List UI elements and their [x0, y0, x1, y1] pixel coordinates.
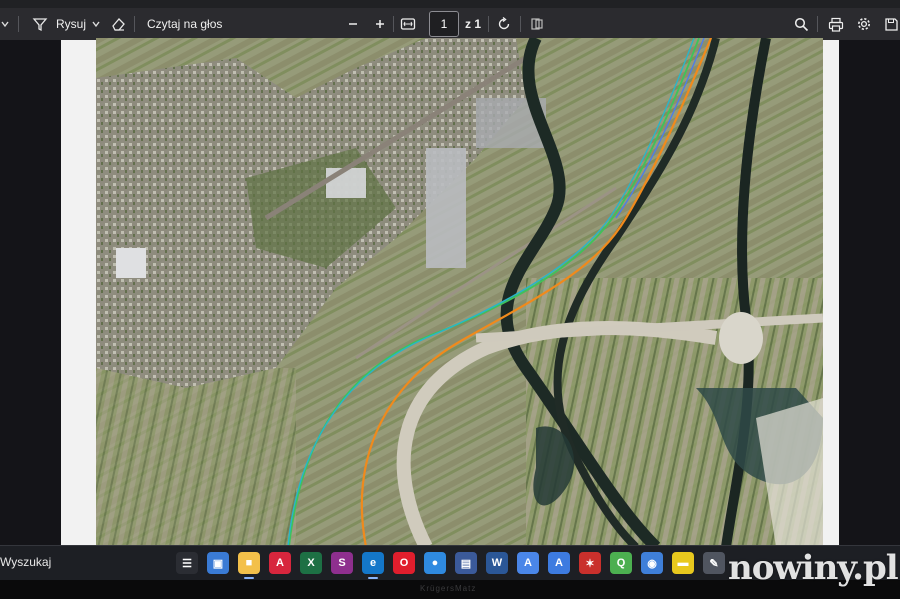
- search-button[interactable]: [794, 8, 809, 40]
- q-app-icon[interactable]: Q: [610, 552, 632, 574]
- draw-label: Rysuj: [56, 17, 87, 31]
- toolbar-divider: [817, 16, 818, 32]
- eraser-button[interactable]: [110, 8, 126, 40]
- toolbar-chevron-left[interactable]: [0, 8, 10, 40]
- toolbar-divider: [134, 16, 135, 32]
- rotate-button[interactable]: [496, 8, 512, 40]
- industrial-buildings: [426, 148, 466, 268]
- toolbar-divider: [520, 16, 521, 32]
- pen-app-icon[interactable]: ✎: [703, 552, 725, 574]
- running-indicator: [244, 577, 254, 579]
- watermark: nowiny.pl: [728, 548, 899, 588]
- word-icon[interactable]: W: [486, 552, 508, 574]
- window-top-strip: [0, 0, 900, 8]
- rotate-icon: [496, 16, 512, 32]
- task-view-icon[interactable]: ☰: [176, 552, 198, 574]
- zoom-out-button[interactable]: [347, 8, 359, 40]
- notes-app-icon[interactable]: ▬: [672, 552, 694, 574]
- save-app-icon[interactable]: ▤: [455, 552, 477, 574]
- messenger-icon[interactable]: ●: [424, 552, 446, 574]
- page-total: z 1: [465, 8, 481, 40]
- print-icon: [828, 17, 844, 32]
- edge-icon[interactable]: e: [362, 552, 384, 574]
- gear-icon: [856, 16, 872, 32]
- toolbar-divider: [488, 16, 489, 32]
- store-icon[interactable]: ▣: [207, 552, 229, 574]
- settings-button[interactable]: [856, 8, 872, 40]
- excel-icon[interactable]: X: [300, 552, 322, 574]
- file-explorer-icon[interactable]: ■: [238, 552, 260, 574]
- page-total-label: z 1: [465, 17, 482, 31]
- farmland-southwest: [96, 368, 296, 547]
- fit-page-icon: [400, 17, 416, 31]
- globe-app-icon[interactable]: ◉: [641, 552, 663, 574]
- zoom-in-button[interactable]: [374, 8, 386, 40]
- building: [326, 168, 366, 198]
- draw-button[interactable]: Rysuj: [32, 8, 86, 40]
- toolbar-divider: [393, 16, 394, 32]
- monitor-brand-label: KrügersMatz: [420, 584, 477, 593]
- save-icon: [884, 17, 899, 32]
- font-app-a-icon[interactable]: A: [517, 552, 539, 574]
- interchange: [719, 312, 763, 364]
- font-app-b-icon[interactable]: A: [548, 552, 570, 574]
- read-aloud-label: Czytaj na głos: [147, 17, 223, 31]
- chevron-down-icon: [91, 19, 101, 29]
- taskbar-search-box[interactable]: Wyszukaj: [0, 546, 51, 581]
- shape-app-icon[interactable]: S: [331, 552, 353, 574]
- pdf-toolbar: Rysuj Czytaj na głos 1 z 1: [0, 8, 900, 40]
- satellite-map: [96, 38, 823, 547]
- save-button[interactable]: [884, 8, 899, 40]
- draw-filter-icon: [32, 16, 48, 32]
- satellite-map-image: [96, 38, 823, 547]
- acrobat-icon[interactable]: A: [269, 552, 291, 574]
- plus-icon: [374, 18, 386, 30]
- running-indicator: [368, 577, 378, 579]
- chevron-down-icon: [0, 19, 10, 29]
- page-view-icon: [530, 17, 544, 31]
- page-number-input[interactable]: 1: [429, 11, 459, 37]
- page-view-button[interactable]: [530, 8, 544, 40]
- search-icon: [794, 17, 809, 32]
- fit-page-button[interactable]: [400, 8, 416, 40]
- opera-icon[interactable]: O: [393, 552, 415, 574]
- read-aloud-button[interactable]: Czytaj na głos: [147, 8, 222, 40]
- puzzle-app-icon[interactable]: ✶: [579, 552, 601, 574]
- search-label: Wyszukaj: [0, 555, 52, 569]
- draw-dropdown[interactable]: [91, 8, 101, 40]
- minus-icon: [347, 18, 359, 30]
- toolbar-divider: [18, 16, 19, 32]
- print-button[interactable]: [828, 8, 844, 40]
- eraser-icon: [110, 16, 126, 32]
- building: [116, 248, 146, 278]
